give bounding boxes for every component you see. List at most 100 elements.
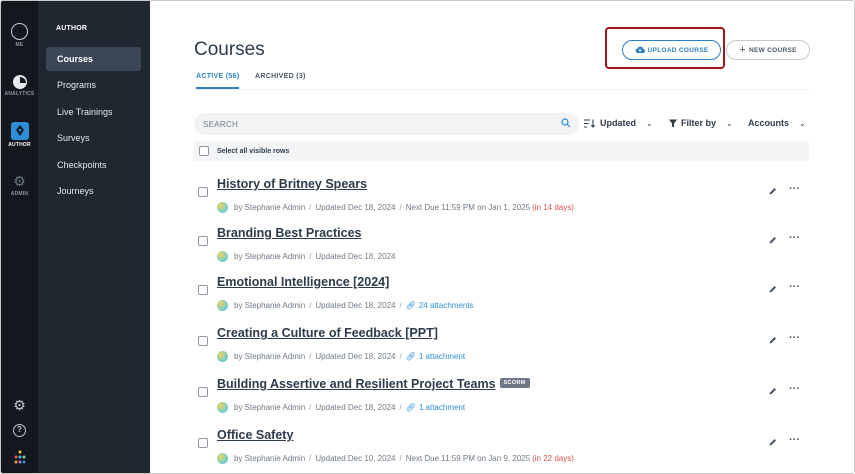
avatar	[217, 251, 228, 262]
course-title-link[interactable]: Branding Best Practices	[217, 226, 362, 240]
course-updated: Updated Dec 18, 2024	[315, 301, 396, 310]
rail-label-me: ME	[15, 42, 24, 48]
row-checkbox[interactable]	[198, 285, 208, 295]
course-title-text: Building Assertive and Resilient Project…	[217, 377, 496, 391]
course-author: by Stephanie Admin	[234, 203, 306, 212]
paperclip-icon: 🔗︎	[405, 403, 416, 412]
pencil-icon[interactable]	[769, 187, 777, 195]
pencil-icon[interactable]	[769, 387, 777, 395]
course-row: Branding Best Practices by Stephanie Adm…	[194, 222, 809, 272]
rail-item-admin[interactable]: ⚙ ADMIN	[1, 173, 38, 197]
settings-icon[interactable]: ⚙	[1, 397, 38, 414]
app-logo-icon	[1, 450, 38, 469]
accounts-dropdown[interactable]: Accounts ⌄	[748, 118, 806, 128]
chevron-down-icon: ⌄	[799, 118, 806, 128]
main-content: Courses ACTIVE (56) ARCHIVED (3) UPLOAD …	[150, 1, 854, 473]
course-title-link[interactable]: Office Safety	[217, 428, 293, 442]
course-updated: Updated Dec 18, 2024	[315, 352, 396, 361]
course-updated: Updated Dec 18, 2024	[315, 403, 396, 412]
search-icon[interactable]	[561, 118, 571, 128]
rail-item-author[interactable]: AUTHOR	[1, 122, 38, 148]
cloud-upload-icon	[635, 46, 645, 54]
course-meta: by Stephanie Admin / Updated Dec 18, 202…	[217, 300, 474, 311]
plus-icon: +	[739, 43, 746, 56]
course-title-link[interactable]: History of Britney Spears	[217, 177, 367, 191]
course-due-countdown: (in 14 days)	[532, 203, 574, 212]
course-meta: by Stephanie Admin / Updated Dec 18, 202…	[217, 202, 574, 213]
upload-course-button[interactable]: UPLOAD COURSE	[622, 40, 721, 60]
avatar	[217, 300, 228, 311]
row-checkbox[interactable]	[198, 387, 208, 397]
course-row: Creating a Culture of Feedback [PPT] by …	[194, 322, 809, 372]
pencil-icon[interactable]	[769, 285, 777, 293]
help-icon[interactable]: ?	[1, 424, 38, 437]
course-due: Next Due 11:59 PM on Jan 1, 2025	[405, 203, 531, 212]
course-title-link[interactable]: Building Assertive and Resilient Project…	[217, 377, 530, 391]
more-options-icon[interactable]: ···	[789, 232, 800, 244]
more-options-icon[interactable]: ···	[789, 332, 800, 344]
rail-item-analytics[interactable]: ANALYTICS	[1, 75, 38, 97]
upload-course-label: UPLOAD COURSE	[647, 46, 709, 54]
select-all-checkbox[interactable]	[199, 146, 209, 156]
select-all-label: Select all visible rows	[217, 147, 290, 155]
avatar	[217, 453, 228, 464]
tab-active[interactable]: ACTIVE (56)	[196, 73, 240, 89]
attachments-link[interactable]: 1 attachment	[419, 403, 465, 412]
filter-label: Filter by	[681, 118, 717, 128]
rail-label-analytics: ANALYTICS	[4, 91, 35, 97]
course-meta: by Stephanie Admin / Updated Dec 18, 202…	[217, 351, 465, 362]
row-checkbox[interactable]	[198, 336, 208, 346]
course-author: by Stephanie Admin	[234, 301, 306, 310]
pen-nib-icon	[10, 122, 29, 140]
rail-label-admin: ADMIN	[10, 191, 29, 197]
row-checkbox[interactable]	[198, 236, 208, 246]
sort-icon	[584, 118, 596, 128]
course-updated: Updated Dec 18, 2024	[315, 203, 396, 212]
pencil-icon[interactable]	[769, 236, 777, 244]
course-author: by Stephanie Admin	[234, 454, 306, 463]
course-meta: by Stephanie Admin / Updated Dec 18, 202…	[217, 251, 395, 262]
accounts-label: Accounts	[748, 118, 790, 128]
more-options-icon[interactable]: ···	[789, 383, 800, 395]
rail-label-author: AUTHOR	[8, 142, 31, 148]
course-due: Next Due 11:59 PM on Jan 9, 2025	[405, 454, 531, 463]
avatar	[217, 351, 228, 362]
filter-dropdown[interactable]: Filter by ⌄	[669, 118, 733, 128]
chevron-down-icon: ⌄	[726, 118, 733, 128]
chevron-down-icon: ⌄	[646, 118, 653, 128]
nav-item-courses[interactable]: Courses	[46, 47, 141, 71]
nav-item-programs[interactable]: Programs	[46, 73, 141, 97]
avatar	[217, 202, 228, 213]
new-course-button[interactable]: + NEW COURSE	[726, 40, 810, 60]
attachments-link[interactable]: 24 attachments	[419, 301, 474, 310]
nav-item-journeys[interactable]: Journeys	[46, 179, 141, 203]
attachments-link[interactable]: 1 attachment	[419, 352, 465, 361]
course-updated: Updated Dec 18, 2024	[315, 252, 396, 261]
search-box	[194, 113, 579, 135]
course-row: Building Assertive and Resilient Project…	[194, 373, 809, 423]
pencil-icon[interactable]	[769, 438, 777, 446]
nav-item-live-trainings[interactable]: Live Trainings	[46, 100, 141, 124]
filter-icon	[669, 119, 677, 127]
course-row: History of Britney Spears by Stephanie A…	[194, 173, 809, 223]
new-course-label: NEW COURSE	[748, 46, 797, 54]
row-checkbox[interactable]	[198, 187, 208, 197]
sort-dropdown[interactable]: Updated ⌄	[584, 118, 653, 128]
rail-item-me[interactable]: ME	[1, 23, 38, 48]
nav-item-surveys[interactable]: Surveys	[46, 126, 141, 150]
course-author: by Stephanie Admin	[234, 352, 306, 361]
sort-label: Updated	[600, 118, 636, 128]
tabs-divider	[194, 89, 810, 90]
more-options-icon[interactable]: ···	[789, 183, 800, 195]
more-options-icon[interactable]: ···	[789, 281, 800, 293]
tab-archived[interactable]: ARCHIVED (3)	[255, 73, 306, 87]
row-checkbox[interactable]	[198, 438, 208, 448]
course-title-link[interactable]: Emotional Intelligence [2024]	[217, 275, 389, 289]
scorm-badge: SCORM	[499, 377, 530, 388]
pencil-icon[interactable]	[769, 336, 777, 344]
more-options-icon[interactable]: ···	[789, 434, 800, 446]
section-nav: AUTHOR Courses Programs Live Trainings S…	[38, 1, 150, 473]
search-input[interactable]	[203, 119, 543, 129]
nav-item-checkpoints[interactable]: Checkpoints	[46, 153, 141, 177]
course-title-link[interactable]: Creating a Culture of Feedback [PPT]	[217, 326, 438, 340]
